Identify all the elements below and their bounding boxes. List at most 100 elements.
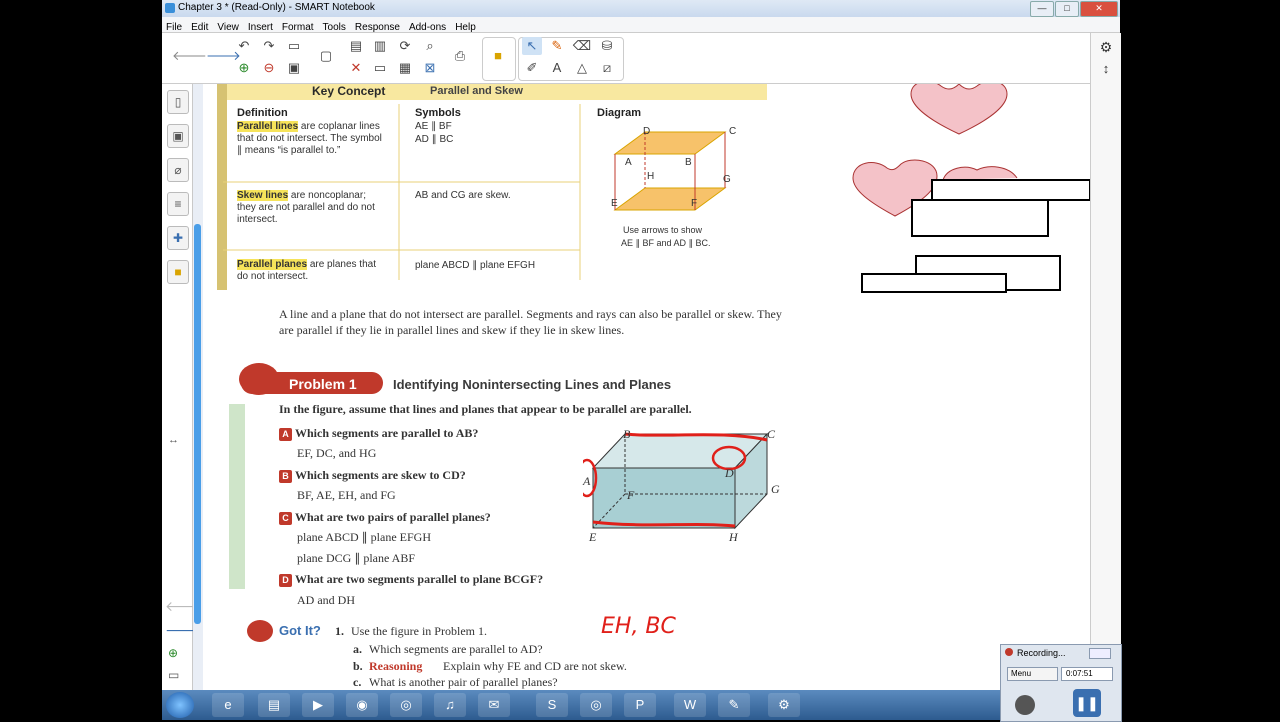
paste-icon[interactable]: ▤ [346,37,366,55]
letter-c: C [279,512,292,525]
menu-view[interactable]: View [213,21,244,33]
line-tool-icon[interactable]: ⧄ [597,59,617,77]
recorder-minimize-button[interactable] [1089,648,1111,659]
maximize-button[interactable]: □ [1055,1,1079,17]
gallery-icon[interactable]: ▣ [167,124,189,148]
got-it-a-text: Which segments are parallel to AD? [369,642,543,656]
text-tool-icon[interactable]: A [547,59,567,77]
close-doc-icon[interactable]: ⊠ [420,59,440,77]
symbol-skew: AB and CG are skew. [415,190,511,201]
move-toolbar-icon[interactable]: ↕ [1096,59,1116,79]
minimize-button[interactable]: — [1030,1,1054,17]
got-it-b-reasoning: Reasoning [369,659,423,673]
resize-arrows-icon[interactable]: ↔ [168,434,179,446]
fig-vertex-a: A [583,474,591,488]
menu-insert[interactable]: Insert [244,21,278,33]
fill-icon[interactable]: ⛁ [597,37,617,55]
menu-response[interactable]: Response [351,21,405,33]
page-sorter-icon[interactable]: ▯ [167,90,189,114]
powerpoint-icon[interactable]: P [624,693,656,717]
question-c: C What are two pairs of parallel planes? [279,510,491,525]
menu-edit[interactable]: Edit [187,21,213,33]
notebook-page[interactable]: Key Concept Parallel and Skew Definition… [203,84,1090,690]
cover-rectangle-4[interactable] [861,273,1007,293]
vertex-e-label: E [611,198,618,209]
document-camera-icon[interactable]: ⎙ [450,47,470,65]
recorder-window[interactable]: Recording... Menu 0:07:51 ❚❚ [1000,644,1122,722]
internet-explorer-icon[interactable]: e [212,693,244,717]
gear-icon[interactable]: ⚙ [1096,37,1116,57]
outlook-icon[interactable]: ✉ [478,693,510,717]
handwritten-answer[interactable]: EH, BC [601,614,676,639]
menu-format[interactable]: Format [278,21,319,33]
menu-help[interactable]: Help [451,21,481,33]
vertical-scrollbar[interactable] [193,84,203,690]
properties-icon[interactable]: ≡ [167,192,189,216]
skype-icon[interactable]: S [536,693,568,717]
cover-rectangle-2[interactable] [911,199,1049,237]
eraser-icon[interactable]: ⌫ [572,37,592,55]
addons-icon[interactable]: ✚ [167,226,189,250]
page-view-icon[interactable]: ▭ [168,668,179,682]
creative-pen-icon[interactable]: ✐ [522,59,542,77]
save-icon[interactable]: ▣ [284,59,304,77]
undo-icon[interactable]: ↶ [234,37,254,55]
close-button[interactable]: ✕ [1080,1,1118,17]
back-arrow-icon[interactable]: 🡐 [172,47,207,65]
full-screen-icon[interactable]: ▭ [370,59,390,77]
screen-display-icon[interactable]: ▢ [316,47,336,65]
spotify-icon[interactable]: ♫ [434,693,466,717]
key-concept-header: Key Concept Parallel and Skew [217,84,767,100]
recorder-menu[interactable]: Menu [1007,667,1058,681]
delete-icon[interactable]: ✕ [346,59,366,77]
pause-icon[interactable]: ❚❚ [1073,689,1101,717]
answer-a: EF, DC, and HG [297,446,377,460]
open-folder-icon[interactable]: ▭ [284,37,304,55]
question-b-text: Which segments are skew to CD? [295,468,466,482]
select-tool-icon[interactable]: ↖ [522,37,542,55]
menu-tools[interactable]: Tools [319,21,351,33]
got-it-a-label: a. [353,642,362,656]
scrollbar-thumb[interactable] [194,224,201,624]
attachments-icon[interactable]: ⌀ [167,158,189,182]
heart-shape-1[interactable] [909,84,1009,136]
got-it-c-label: c. [353,675,362,689]
checkmark-icon [247,620,273,642]
search-icon[interactable]: ⌕ [420,37,440,55]
windows-taskbar: e ▤ ▶ ◉ ◎ ♫ ✉ S ◎ P W ✎ ⚙ [162,690,1120,720]
table-icon[interactable]: ▦ [395,59,415,77]
capture-icon[interactable]: ⟳ [395,37,415,55]
screen-shade-icon[interactable]: ▥ [370,37,390,55]
shapes-icon[interactable]: △ [572,59,592,77]
menu-addons[interactable]: Add-ons [405,21,451,33]
symbol-planes: plane ABCD ∥ plane EFGH [415,260,536,271]
fig-vertex-b: B [623,427,631,441]
delete-page-icon[interactable]: ⊖ [259,59,279,77]
start-button-icon[interactable] [166,692,194,718]
question-b: B Which segments are skew to CD? [279,468,466,483]
definition-header: Definition [237,107,288,119]
answer-c-2: plane DCG ∥ plane ABF [297,551,415,565]
response-icon[interactable]: ■ [488,47,508,65]
stop-icon[interactable] [1015,695,1035,715]
pen-icon[interactable]: ✎ [547,37,567,55]
key-concept-subtitle: Parallel and Skew [430,85,523,97]
redo-icon[interactable]: ↷ [259,37,279,55]
vertex-a-label: A [625,157,632,168]
word-icon[interactable]: W [674,693,706,717]
add-page-side-icon[interactable]: ⊕ [168,646,178,660]
file-explorer-icon[interactable]: ▤ [258,693,290,717]
cover-rectangle-1[interactable] [931,179,1090,201]
firefox-icon[interactable]: ◉ [346,693,378,717]
got-it-label: Got It? [279,623,321,638]
add-page-icon[interactable]: ⊕ [234,59,254,77]
media-player-icon[interactable]: ▶ [302,693,334,717]
response-tab-icon[interactable]: ■ [167,260,189,284]
smart-tools-icon[interactable]: ⚙ [768,693,800,717]
menu-file[interactable]: File [162,21,187,33]
recorder-time: 0:07:51 [1061,667,1113,681]
chrome-app-icon[interactable]: ◎ [580,693,612,717]
forward-arrow-icon[interactable]: 🡒 [206,47,241,65]
chrome-icon[interactable]: ◎ [390,693,422,717]
notebook-app-icon[interactable]: ✎ [718,693,750,717]
